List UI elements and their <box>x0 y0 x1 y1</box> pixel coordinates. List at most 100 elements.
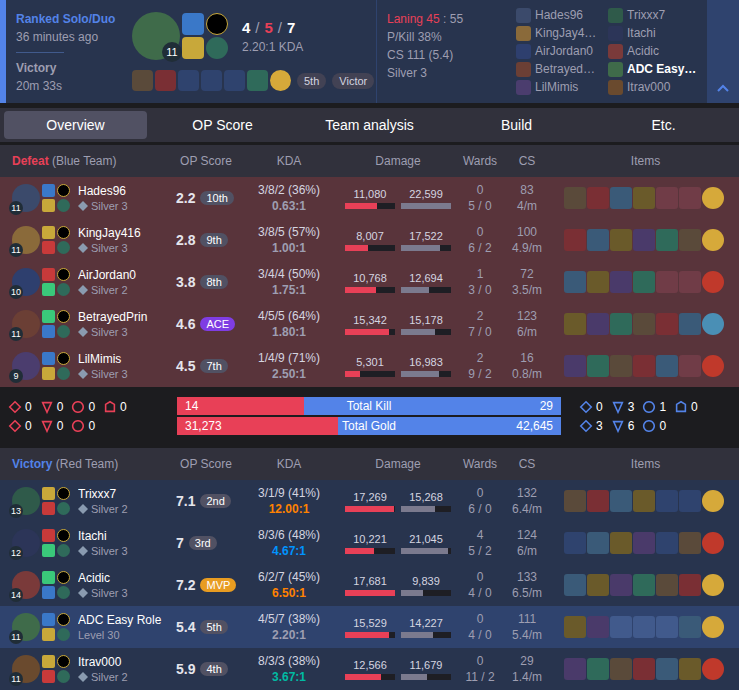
cs-total: 123 <box>502 308 552 324</box>
rank-emblem-icon <box>78 546 88 556</box>
wards-cell: 0 4 / 0 <box>458 611 502 643</box>
player-name[interactable]: LilMimis <box>78 352 172 366</box>
expand-button[interactable] <box>707 0 739 103</box>
op-score: 4.6 ACE <box>172 316 240 332</box>
op-score-badge: 8th <box>200 275 227 289</box>
participant-column: Trixxx7 Itachi Acidic ADC Easy… Itrav000 <box>608 6 700 103</box>
participant-name[interactable]: AirJordan0 <box>535 44 593 58</box>
champion-icon <box>608 8 623 23</box>
cs-total: 72 <box>502 266 552 282</box>
objective-icon <box>642 419 656 433</box>
player-name[interactable]: BetrayedPrin <box>78 310 172 324</box>
victory-total: 29 <box>304 397 561 415</box>
player-cell: 11 ADC Easy Role Level 30 <box>12 613 172 641</box>
op-score-value: 4.6 <box>176 316 195 332</box>
tab[interactable]: Team analysis <box>298 111 441 139</box>
wards-detail: 6 / 0 <box>458 501 502 517</box>
cs-per-minute: 4.9/m <box>502 240 552 256</box>
total-bar: 31,273 42,645 Total Gold <box>177 417 561 435</box>
damage-dealt: 10,221 <box>345 533 395 554</box>
laning-stat: Laning 45 : 55 <box>387 10 506 28</box>
wards-cell: 0 6 / 0 <box>458 485 502 517</box>
damage-taken-bar <box>401 590 451 596</box>
damage-dealt: 15,342 <box>345 314 395 335</box>
trinket-icon <box>702 355 724 377</box>
participant-name[interactable]: Hades96 <box>535 8 583 22</box>
runes <box>57 184 70 212</box>
player-name[interactable]: Hades96 <box>78 184 172 198</box>
participant-name[interactable]: LilMimis <box>535 80 578 94</box>
item-icon <box>564 313 586 335</box>
tab[interactable]: OP Score <box>151 111 294 139</box>
spell-icon <box>42 502 55 515</box>
item-icon <box>679 490 701 512</box>
player-name[interactable]: Itachi <box>78 529 172 543</box>
item-icon <box>610 658 632 680</box>
player-cell: 11 Itrav000 Silver 2 <box>12 655 172 683</box>
team-title: Defeat (Blue Team) <box>12 154 172 168</box>
control-wards: 1 <box>458 266 502 282</box>
damage-cell: 17,681 9,839 <box>338 575 458 596</box>
participant-name[interactable]: ADC Easy… <box>627 62 696 76</box>
time-ago: 36 minutes ago <box>16 28 126 46</box>
op-score-value: 4.5 <box>176 358 195 374</box>
team-title: Victory (Red Team) <box>12 457 172 471</box>
total-bar: 14 29 Total Kill <box>177 397 561 415</box>
player-name[interactable]: Acidic <box>78 571 172 585</box>
damage-cell: 17,269 15,268 <box>338 491 458 512</box>
match-result: Victory <box>16 59 126 77</box>
item-icon <box>679 187 701 209</box>
secondary-rune-icon <box>57 283 70 296</box>
damage-taken-value: 17,522 <box>401 230 451 242</box>
op-score-value: 7.2 <box>176 577 195 593</box>
spell-icon <box>42 352 55 365</box>
op-score-value: 7.1 <box>176 493 195 509</box>
kda-ratio: 3.67:1 <box>240 670 338 684</box>
player-name[interactable]: KingJay416 <box>78 226 172 240</box>
column-header: CS <box>502 457 552 471</box>
damage-dealt-value: 15,342 <box>345 314 395 326</box>
champion-icon: 13 <box>12 487 40 515</box>
player-name[interactable]: Trixxx7 <box>78 487 172 501</box>
objective-icon <box>8 419 22 433</box>
objective: 0 <box>71 419 95 433</box>
column-header: CS <box>502 154 552 168</box>
player-cell: 11 Hades96 Silver 3 <box>12 184 172 212</box>
kda-ratio: 2.20:1 <box>240 628 338 642</box>
item-icon <box>587 532 609 554</box>
participant-name[interactable]: Trixxx7 <box>627 8 665 22</box>
items-cell <box>552 313 739 335</box>
player-name[interactable]: Itrav000 <box>78 655 172 669</box>
objective: 0 <box>642 419 666 433</box>
participant-name[interactable]: KingJay4… <box>535 26 596 40</box>
spell-icon <box>42 310 55 323</box>
participant-name[interactable]: Itrav000 <box>627 80 670 94</box>
runes <box>57 613 70 641</box>
queue-type: Ranked Solo/Duo <box>16 10 126 28</box>
player-name[interactable]: AirJordan0 <box>78 268 172 282</box>
objective: 6 <box>611 419 635 433</box>
champion-level: 11 <box>9 672 23 686</box>
damage-taken-bar <box>401 329 451 335</box>
participant-name[interactable]: Itachi <box>627 26 656 40</box>
player-name[interactable]: ADC Easy Role <box>78 613 172 627</box>
participant-name[interactable]: Betrayed… <box>535 62 595 76</box>
team-summary: 0 0 0 0 0 0 0 14 29 Total Kill31,273 42,… <box>0 387 739 445</box>
objective-icon <box>674 400 688 414</box>
kda-block: 4/5/7 2.20:1 KDA <box>242 18 303 54</box>
rank-emblem-icon <box>78 243 88 253</box>
keystone-rune-icon <box>57 226 70 239</box>
tab[interactable]: Etc. <box>592 111 735 139</box>
item-icon <box>587 616 609 638</box>
player-info: Hades96 Silver 3 <box>78 184 172 212</box>
tab[interactable]: Build <box>445 111 588 139</box>
tab[interactable]: Overview <box>4 111 147 139</box>
objective: 0 <box>40 400 64 414</box>
damage-dealt-bar <box>345 245 395 251</box>
objective-icon <box>611 400 625 414</box>
spell-icon <box>42 571 55 584</box>
champion-icon <box>516 62 531 77</box>
participant-name[interactable]: Acidic <box>627 44 659 58</box>
spell-icon <box>42 586 55 599</box>
damage-taken-bar <box>401 203 451 209</box>
